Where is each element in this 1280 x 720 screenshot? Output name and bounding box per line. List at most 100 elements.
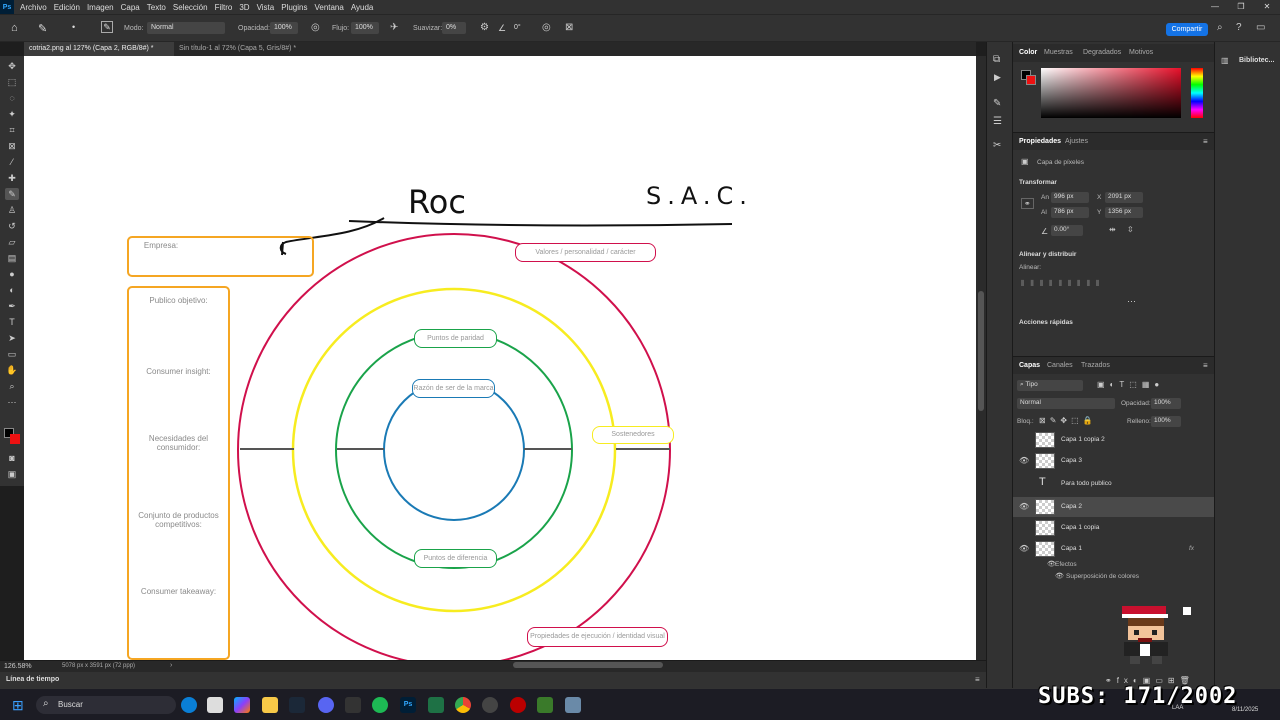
gear-icon[interactable]: ⚙	[480, 22, 489, 33]
align-heading[interactable]: Alinear y distribuir	[1019, 251, 1076, 258]
pen-tool-icon[interactable]: ✒	[5, 300, 19, 312]
menu-seleccion[interactable]: Selección	[173, 3, 208, 12]
type-tool-icon[interactable]: T	[5, 316, 19, 328]
tab-muestras[interactable]: Muestras	[1044, 49, 1073, 56]
lock-icons[interactable]: ⊠✎✥⬚🔒	[1039, 416, 1097, 425]
eyedropper-tool-icon[interactable]: ⁄	[5, 156, 19, 168]
excel-icon[interactable]	[428, 697, 444, 713]
layer-filter-icons[interactable]: ▣◐T⬚▦●	[1097, 380, 1164, 389]
eye-icon[interactable]: 👁	[1055, 572, 1064, 580]
crop-tool-icon[interactable]: ⌗	[5, 124, 19, 136]
tab-ajustes[interactable]: Ajustes	[1065, 138, 1088, 145]
workspace-icon[interactable]: ▭	[1256, 22, 1265, 33]
layer-row[interactable]: Capa 1 copia 2	[1013, 430, 1215, 450]
chevron-right-icon[interactable]: ›	[170, 662, 172, 669]
x-field[interactable]: 2091 px	[1105, 192, 1143, 203]
height-field[interactable]: 786 px	[1051, 207, 1089, 218]
tab-cotria2[interactable]: cotria2.png al 127% (Capa 2, RGB/8#) *	[24, 42, 174, 56]
file-explorer-icon[interactable]	[262, 697, 278, 713]
layer-row-selected[interactable]: 👁 Capa 2	[1013, 497, 1215, 517]
tab-motivos[interactable]: Motivos	[1129, 49, 1153, 56]
opera-icon[interactable]	[510, 697, 526, 713]
eye-icon[interactable]: 👁	[1019, 502, 1029, 511]
history-brush-icon[interactable]: ↺	[5, 220, 19, 232]
app-icon[interactable]	[345, 697, 361, 713]
eraser-tool-icon[interactable]: ▱	[5, 236, 19, 248]
menu-imagen[interactable]: Imagen	[87, 3, 114, 12]
layer-row[interactable]: 👁 Capa 3	[1013, 451, 1215, 471]
brush-presets-icon[interactable]: ✎	[993, 98, 1001, 109]
play-icon[interactable]: ▶	[994, 72, 1001, 83]
blend-mode-select[interactable]: Normal	[1017, 398, 1115, 409]
copilot-icon[interactable]	[234, 697, 250, 713]
search-icon[interactable]: ⌕	[1217, 22, 1223, 33]
tab-capas[interactable]: Capas	[1019, 362, 1040, 369]
quick-actions-heading[interactable]: Acciones rápidas	[1019, 319, 1073, 326]
lasso-tool-icon[interactable]: ◌	[5, 92, 19, 104]
history-icon[interactable]: ⧉	[993, 54, 1000, 65]
fx-icon[interactable]: fx	[1189, 545, 1194, 552]
tab-degradados[interactable]: Degradados	[1083, 49, 1121, 56]
quick-mask-icon[interactable]: ◙	[5, 452, 19, 464]
home-icon[interactable]: ⌂	[11, 22, 18, 34]
hue-slider[interactable]	[1191, 68, 1203, 118]
tab-canales[interactable]: Canales	[1047, 362, 1073, 369]
tab-trazados[interactable]: Trazados	[1081, 362, 1110, 369]
smooth-field[interactable]: 0%	[442, 22, 466, 34]
layer-row[interactable]: T Para todo publico	[1013, 474, 1215, 494]
pressure-opacity-icon[interactable]: ◎	[311, 22, 320, 33]
airbrush-icon[interactable]: ✈	[390, 22, 398, 33]
width-field[interactable]: 996 px	[1051, 192, 1089, 203]
libraries-label[interactable]: Bibliotec...	[1239, 57, 1274, 64]
taskbar-search-box[interactable]: ⌕ Buscar	[36, 696, 176, 714]
menu-plugins[interactable]: Plugins	[281, 3, 307, 12]
minimize-icon[interactable]: —	[1202, 0, 1228, 14]
horizontal-scroll-thumb[interactable]	[513, 662, 663, 668]
stamp-tool-icon[interactable]: ♙	[5, 204, 19, 216]
layer-filter-select[interactable]: ⌕ Tipo	[1017, 380, 1083, 391]
move-tool-icon[interactable]: ✥	[5, 60, 19, 72]
brush-size-icon[interactable]: •	[72, 22, 75, 32]
panel-menu-icon[interactable]: ≡	[1203, 137, 1208, 146]
menu-3d[interactable]: 3D	[239, 3, 249, 12]
tools-settings-icon[interactable]: ✂	[993, 140, 1001, 151]
steam-icon[interactable]	[289, 697, 305, 713]
dodge-tool-icon[interactable]: ◐	[5, 284, 19, 296]
document-size[interactable]: 5078 px x 3591 px (72 ppp)	[62, 663, 135, 669]
vertical-scroll-thumb[interactable]	[978, 291, 984, 411]
flow-field[interactable]: 100%	[351, 22, 379, 34]
layer-row[interactable]: Capa 1 copia	[1013, 518, 1215, 538]
hand-tool-icon[interactable]: ✋	[5, 364, 19, 376]
angle-field[interactable]: 0.00°	[1051, 225, 1083, 236]
share-button[interactable]: Compartir	[1166, 23, 1208, 36]
transform-heading[interactable]: Transformar	[1019, 179, 1057, 186]
zoom-tool-icon[interactable]: ⌕	[5, 380, 19, 392]
gradient-tool-icon[interactable]: ▤	[5, 252, 19, 264]
libraries-icon[interactable]: ▥	[1221, 56, 1229, 65]
background-color-swatch[interactable]	[10, 434, 20, 444]
photoshop-taskbar-icon[interactable]: Ps	[400, 697, 416, 713]
menu-ventana[interactable]: Ventana	[314, 3, 343, 12]
menu-ayuda[interactable]: Ayuda	[351, 3, 374, 12]
shape-tool-icon[interactable]: ▭	[5, 348, 19, 360]
angle-field[interactable]: 0°	[510, 22, 532, 34]
brush-tool-icon[interactable]: ✎	[38, 22, 47, 35]
zoom-level[interactable]: 126.58%	[4, 663, 32, 670]
screen-mode-icon[interactable]: ▣	[5, 468, 19, 480]
panel-menu-icon[interactable]: ≡	[1203, 361, 1208, 370]
frame-tool-icon[interactable]: ⊠	[5, 140, 19, 152]
fill-field[interactable]: 100%	[1151, 416, 1181, 427]
pressure-size-icon[interactable]: ◎	[542, 22, 551, 33]
mode-select[interactable]: Normal	[147, 22, 225, 34]
edge-icon[interactable]	[181, 697, 197, 713]
minecraft-icon[interactable]	[537, 697, 553, 713]
background-color-swatch[interactable]	[1026, 75, 1036, 85]
menu-filtro[interactable]: Filtro	[215, 3, 233, 12]
discord-icon[interactable]	[318, 697, 334, 713]
menu-capa[interactable]: Capa	[121, 3, 140, 12]
vertical-scrollbar[interactable]	[976, 56, 986, 660]
adjustments-icon[interactable]: ☰	[993, 116, 1002, 127]
quick-select-tool-icon[interactable]: ✦	[5, 108, 19, 120]
tab-sin-titulo[interactable]: Sin título-1 al 72% (Capa 5, Gris/8#) *	[174, 42, 334, 56]
more-tools-icon[interactable]: ⋯	[5, 396, 19, 408]
